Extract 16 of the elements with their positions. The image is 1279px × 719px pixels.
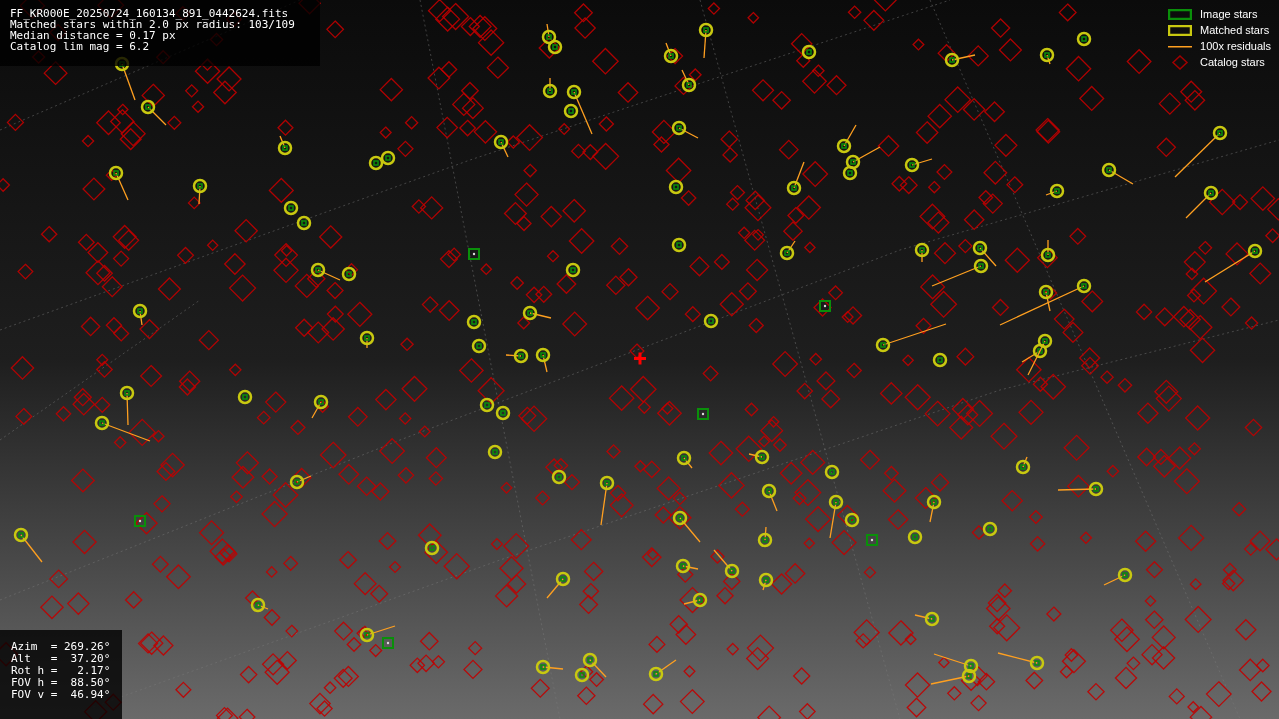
pointing-text: FOV v = 46.94° <box>11 689 111 701</box>
image-star-icon <box>1168 9 1193 20</box>
pointing-text: FOV h = 88.50° <box>11 677 111 689</box>
info-text: Matched stars within 2.0 px radius: 103/109 <box>10 19 295 30</box>
pointing-text: Alt = 37.20° <box>11 653 111 665</box>
info-text: Catalog lim mag = 6.2 <box>10 41 150 52</box>
pointing-text: Azim = 269.26° <box>11 641 111 653</box>
pointing-text: Rot h = 2.17° <box>11 665 111 677</box>
matched-star-icon <box>1168 25 1193 36</box>
legend-label: Image stars <box>1200 7 1258 23</box>
info-text: Median distance = 0.17 px <box>10 30 176 41</box>
legend-label: 100x residuals <box>1200 39 1271 55</box>
info-text: FF_KR000E_20250724_160134_891_0442624.fits <box>10 8 289 19</box>
legend-label: Catalog stars <box>1200 55 1265 71</box>
legend-label: Matched stars <box>1200 23 1270 39</box>
center-cross-icon <box>634 352 646 365</box>
